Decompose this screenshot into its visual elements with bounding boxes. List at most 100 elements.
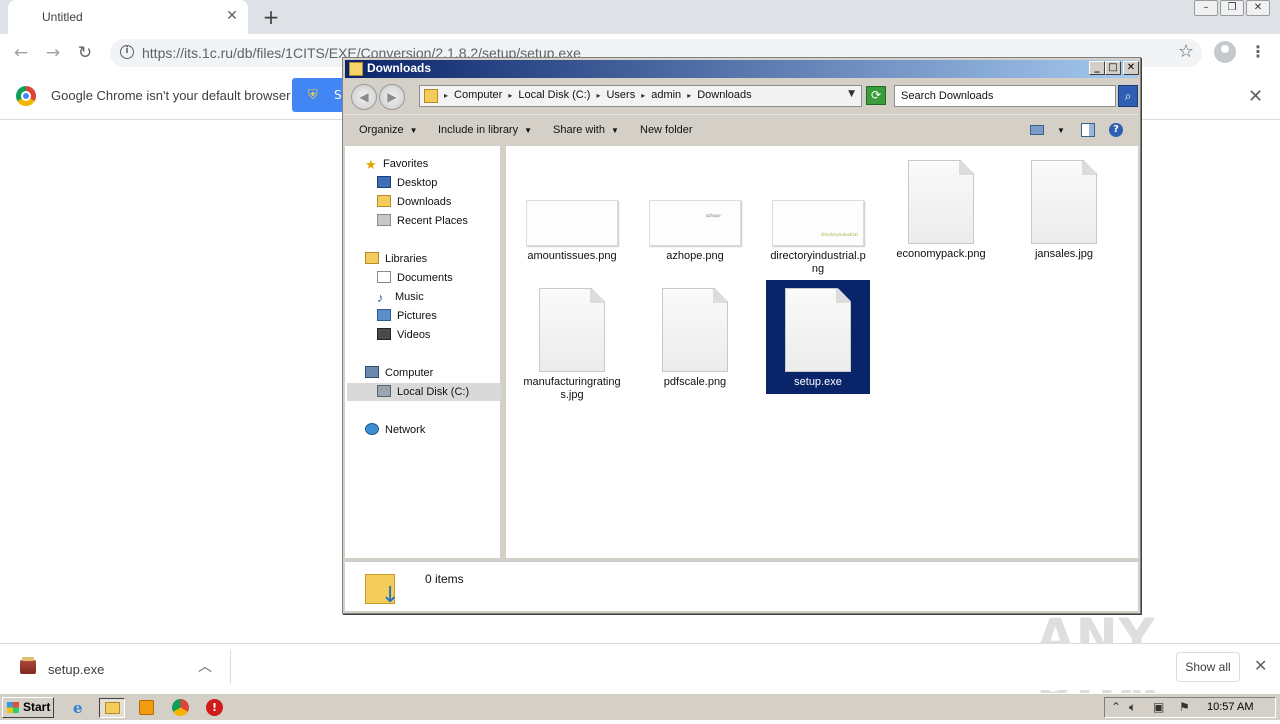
- show-all-button[interactable]: Show all: [1176, 652, 1240, 682]
- explorer-taskbar-icon[interactable]: [99, 698, 125, 718]
- file-name: azhope.png: [666, 250, 724, 262]
- refresh-icon[interactable]: ⟳: [866, 86, 886, 105]
- search-input[interactable]: Search Downloads: [894, 85, 1116, 107]
- forward-arrow-icon[interactable]: ▶: [379, 84, 405, 110]
- search-icon[interactable]: ⌕: [1118, 85, 1138, 107]
- download-item-name[interactable]: setup.exe: [48, 662, 104, 677]
- folder-icon: [349, 62, 363, 76]
- breadcrumb-separator-icon[interactable]: ▸: [687, 91, 691, 100]
- close-button[interactable]: ✕: [1246, 0, 1270, 16]
- breadcrumb-item[interactable]: Users: [606, 89, 635, 101]
- music-note-icon: ♪: [377, 290, 384, 305]
- file-item[interactable]: economypack.png: [889, 160, 993, 261]
- breadcrumb-separator-icon[interactable]: ▸: [641, 91, 645, 100]
- tab-title: Untitled: [42, 10, 83, 24]
- stop-glyph: !: [206, 699, 223, 716]
- file-item[interactable]: directoryindustrial directoryindustrial.…: [766, 200, 870, 276]
- system-tray: ⌃ 🔈︎ ▣ ⚑ 10:57 AM: [1104, 697, 1276, 718]
- back-arrow-icon[interactable]: ←: [10, 42, 32, 64]
- include-in-library-button[interactable]: Include in library ▼: [438, 124, 532, 136]
- info-icon[interactable]: i: [120, 45, 134, 59]
- chrome-logo-icon: [16, 86, 36, 106]
- volume-icon[interactable]: 🔈︎: [1129, 700, 1136, 715]
- nav-videos[interactable]: Videos: [377, 326, 430, 344]
- documents-icon: [377, 271, 391, 283]
- network-tray-icon[interactable]: ▣: [1153, 700, 1164, 714]
- reload-icon[interactable]: ↻: [74, 42, 96, 64]
- nav-computer-label: Computer: [385, 367, 434, 379]
- help-icon[interactable]: ?: [1109, 123, 1123, 137]
- stop-sign-icon[interactable]: !: [202, 698, 228, 718]
- organize-button[interactable]: Organize ▼: [359, 124, 418, 136]
- breadcrumb-item[interactable]: Local Disk (C:): [518, 89, 590, 101]
- back-arrow-icon[interactable]: ◀: [351, 84, 377, 110]
- set-default-label: S: [334, 88, 342, 102]
- shelf-close-icon[interactable]: ✕: [1254, 656, 1267, 675]
- explorer-window: Downloads _ □ ✕ ◀ ▶ ▸ Computer ▸ Local Disk…: [342, 57, 1141, 614]
- bookmark-star-icon[interactable]: ☆: [1178, 41, 1194, 62]
- media-player-icon[interactable]: [134, 698, 160, 718]
- file-item[interactable]: azhope azhope.png: [643, 200, 747, 263]
- breadcrumb-item[interactable]: Downloads: [697, 89, 751, 101]
- recent-places-icon: [377, 214, 391, 226]
- chrome-taskbar-icon[interactable]: [168, 698, 194, 718]
- new-folder-button[interactable]: New folder: [640, 124, 693, 136]
- breadcrumb-path: ▸ Computer ▸ Local Disk (C:) ▸ Users ▸ admin ▸ Do…: [444, 89, 752, 101]
- profile-avatar-icon[interactable]: [1214, 41, 1236, 63]
- explorer-titlebar[interactable]: Downloads _ □ ✕: [345, 60, 1139, 78]
- file-item-selected[interactable]: setup.exe: [766, 280, 870, 394]
- action-center-flag-icon[interactable]: ⚑: [1179, 700, 1190, 714]
- breadcrumb-item[interactable]: admin: [651, 89, 681, 101]
- nav-recent-places[interactable]: Recent Places: [377, 212, 468, 230]
- nav-libraries[interactable]: Libraries: [365, 250, 427, 268]
- breadcrumb-item[interactable]: Computer: [454, 89, 502, 101]
- chevron-down-icon[interactable]: ▼: [848, 89, 855, 99]
- nav-pictures[interactable]: Pictures: [377, 307, 437, 325]
- nav-network[interactable]: Network: [365, 421, 425, 439]
- nav-desktop[interactable]: Desktop: [377, 174, 437, 192]
- new-tab-button[interactable]: +: [260, 6, 282, 28]
- tray-expand-icon[interactable]: ⌃: [1111, 700, 1121, 714]
- breadcrumb-separator-icon[interactable]: ▸: [444, 91, 448, 100]
- chrome-logo-icon: [172, 699, 189, 716]
- maximize-button[interactable]: □: [1105, 61, 1121, 75]
- nav-downloads[interactable]: Downloads: [377, 193, 451, 211]
- internet-explorer-icon[interactable]: e: [68, 698, 94, 718]
- browser-tab[interactable]: Untitled ✕: [8, 0, 248, 34]
- download-shelf: setup.exe ︿ Show all ✕: [0, 643, 1280, 690]
- minimize-button[interactable]: _: [1089, 61, 1105, 75]
- forward-arrow-icon[interactable]: →: [42, 42, 64, 64]
- restore-button[interactable]: ❐: [1220, 0, 1244, 16]
- nav-pictures-label: Pictures: [397, 310, 437, 322]
- preview-pane-icon[interactable]: [1081, 123, 1095, 137]
- chevron-up-icon[interactable]: ︿: [198, 656, 212, 676]
- clock[interactable]: 10:57 AM: [1207, 701, 1253, 713]
- file-item[interactable]: pdfscale.png: [643, 288, 747, 389]
- infobar-close-icon[interactable]: ✕: [1248, 86, 1263, 107]
- share-with-button[interactable]: Share with ▼: [553, 124, 619, 136]
- breadcrumb-separator-icon[interactable]: ▸: [596, 91, 600, 100]
- downloads-folder-icon: ↓: [365, 568, 399, 607]
- file-item[interactable]: manufacturingratings.jpg: [520, 288, 624, 402]
- minimize-button[interactable]: –: [1194, 0, 1218, 16]
- file-name: amountissues.png: [527, 250, 617, 262]
- nav-music[interactable]: ♪ Music: [377, 288, 424, 306]
- view-options-icon[interactable]: [1030, 125, 1044, 135]
- image-thumbnail: azhope: [649, 200, 741, 246]
- breadcrumb[interactable]: ▸ Computer ▸ Local Disk (C:) ▸ Users ▸ admin ▸ Do…: [419, 85, 862, 107]
- nav-documents[interactable]: Documents: [377, 269, 453, 287]
- view-chevron-down-icon[interactable]: ▼: [1057, 126, 1065, 135]
- nav-favorites[interactable]: ★ Favorites: [365, 155, 428, 173]
- nav-computer[interactable]: Computer: [365, 364, 433, 382]
- breadcrumb-separator-icon[interactable]: ▸: [508, 91, 512, 100]
- nav-local-disk[interactable]: Local Disk (C:): [347, 383, 501, 401]
- tab-close-icon[interactable]: ✕: [224, 8, 240, 24]
- file-item[interactable]: amountissues.png: [520, 200, 624, 263]
- nav-network-label: Network: [385, 424, 426, 436]
- chrome-menu-icon[interactable]: ⋮: [1250, 42, 1266, 62]
- start-button[interactable]: Start: [2, 697, 54, 718]
- close-button[interactable]: ✕: [1123, 61, 1139, 75]
- file-item[interactable]: jansales.jpg: [1012, 160, 1116, 261]
- nav-favorites-label: Favorites: [383, 158, 429, 170]
- desktop-icon: [377, 176, 391, 188]
